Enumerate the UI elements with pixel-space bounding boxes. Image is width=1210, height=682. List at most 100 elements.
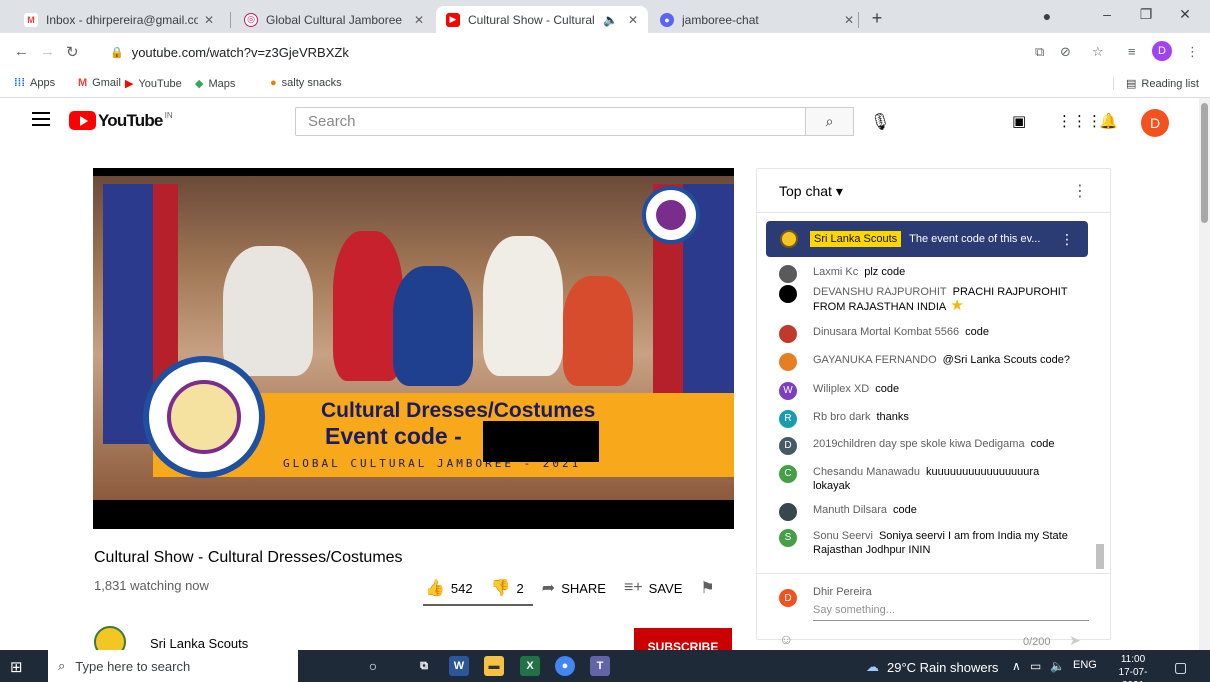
bookmark-gmail[interactable]: M Gmail [78, 77, 121, 89]
reading-list-icon[interactable]: ≡ [1128, 44, 1136, 59]
chat-message[interactable]: Laxmi Kc plz code [779, 265, 1075, 283]
close-icon[interactable]: ✕ [628, 13, 638, 27]
language-indicator[interactable]: ENG [1073, 659, 1097, 671]
notifications-bell-icon[interactable]: 🔔 [1099, 112, 1118, 130]
show-hidden-icons-icon[interactable]: ∧ [1012, 659, 1021, 673]
bookmark-youtube[interactable]: ▶ YouTube [125, 77, 182, 91]
tab-gmail[interactable]: M Inbox - dhirpereira@gmail.com - ✕ [14, 6, 224, 33]
word-icon[interactable]: W [449, 656, 469, 676]
file-explorer-icon[interactable]: ▬ [484, 656, 504, 676]
close-icon[interactable]: ✕ [844, 13, 854, 27]
chat-author-avatar[interactable]: C [779, 465, 797, 483]
search-input[interactable]: Search [295, 107, 806, 136]
send-icon[interactable]: ➤ [1069, 632, 1081, 649]
chat-author-avatar[interactable] [779, 353, 797, 371]
create-video-icon[interactable]: ▣ [1012, 112, 1026, 130]
bookmark-maps[interactable]: ◆ Maps [195, 77, 235, 91]
chat-author-name[interactable]: DEVANSHU RAJPUROHIT [813, 286, 947, 298]
close-icon[interactable]: ✕ [204, 13, 214, 27]
page-scroll-thumb[interactable] [1201, 103, 1208, 223]
dislike-button[interactable]: 👎 2 [491, 578, 524, 598]
search-button[interactable]: ⌕ [805, 107, 854, 136]
tracking-icon[interactable]: ⊘ [1060, 44, 1071, 60]
save-button[interactable]: ≡+ SAVE [624, 579, 682, 597]
more-options-icon[interactable]: ⋮ [1072, 181, 1088, 201]
chat-message[interactable]: D 2019children day spe skole kiwa Dedigam… [779, 437, 1075, 455]
chat-author-name[interactable]: Laxmi Kc [813, 266, 858, 278]
system-clock[interactable]: 11:00 17-07-2021 [1108, 653, 1158, 682]
notification-center-icon[interactable]: ▢ [1174, 659, 1187, 676]
channel-name[interactable]: Sri Lanka Scouts [150, 636, 248, 651]
profile-dot-icon[interactable]: ● [1032, 8, 1062, 24]
apps-icon[interactable]: ⋮⋮⋮ [1057, 112, 1102, 130]
chat-author-avatar[interactable] [779, 325, 797, 343]
excel-icon[interactable]: X [520, 656, 540, 676]
user-avatar[interactable]: D [1141, 109, 1169, 137]
emoji-icon[interactable]: ☺ [779, 631, 793, 647]
network-icon[interactable]: ▭ [1030, 659, 1041, 673]
windows-start-icon[interactable]: ⊞ [10, 658, 23, 676]
close-window-button[interactable]: ✕ [1170, 6, 1200, 23]
chat-message[interactable]: S Sonu Seervi Soniya seervi I am from Indi… [779, 529, 1075, 557]
menu-icon[interactable] [32, 112, 50, 126]
report-button[interactable]: ⚑ [700, 578, 714, 598]
chat-author-name[interactable]: Rb bro dark [813, 411, 870, 423]
minimize-button[interactable]: – [1092, 6, 1122, 22]
top-chat-dropdown[interactable]: Top chat ▾ [779, 183, 843, 200]
chat-message[interactable]: Dinusara Mortal Kombat 5566 code [779, 325, 1075, 343]
chat-scrollbar[interactable] [1096, 257, 1104, 572]
new-tab-button[interactable]: + [862, 8, 892, 29]
bookmark-apps[interactable]: ⁞⁞⁞ Apps [14, 77, 55, 89]
chat-author-avatar[interactable]: D [779, 437, 797, 455]
chat-author-name[interactable]: 2019children day spe skole kiwa Dedigama [813, 438, 1025, 450]
chat-author-name[interactable]: Dinusara Mortal Kombat 5566 [813, 326, 959, 338]
tab-discord[interactable]: ● jamboree-chat ✕ [650, 6, 864, 33]
chat-author-name[interactable]: Chesandu Manawadu [813, 466, 920, 478]
video-player[interactable]: Cultural Dresses/Costumes Event code - G… [93, 168, 734, 529]
chat-author-avatar[interactable] [779, 265, 797, 283]
tab-youtube[interactable]: ▶ Cultural Show - Cultural Dres 🔈 ✕ [436, 6, 648, 33]
pinned-message[interactable]: Sri Lanka Scouts The event code of this … [766, 221, 1088, 257]
chat-author-name[interactable]: GAYANUKA FERNANDO [813, 354, 937, 366]
chat-author-avatar[interactable]: R [779, 410, 797, 428]
bookmark-salty-snacks[interactable]: ● salty snacks [270, 77, 342, 89]
close-icon[interactable]: ✕ [414, 13, 424, 27]
task-view-icon[interactable]: ⧉ [414, 656, 434, 676]
chat-message-list[interactable]: Laxmi Kc plz code DEVANSHU RAJPUROHIT PRACH… [757, 257, 1097, 572]
tab-jamboree[interactable]: ◎ Global Cultural Jamboree ✕ [234, 6, 434, 33]
chat-message[interactable]: Manuth Dilsara code [779, 503, 1075, 521]
share-button[interactable]: ➦ SHARE [542, 578, 606, 598]
install-icon[interactable]: ⧉ [1035, 44, 1044, 60]
youtube-logo[interactable]: YouTube IN [69, 111, 173, 131]
volume-icon[interactable]: 🔈 [1050, 659, 1065, 673]
chat-author-avatar[interactable]: S [779, 529, 797, 547]
page-scrollbar[interactable] [1199, 98, 1210, 650]
chrome-icon[interactable]: ● [555, 656, 575, 676]
chat-scroll-thumb[interactable] [1096, 544, 1104, 569]
microphone-icon[interactable]: 🎙 [870, 112, 890, 132]
more-options-icon[interactable]: ⋮ [1060, 231, 1074, 248]
restore-button[interactable]: ❐ [1131, 6, 1161, 23]
teams-icon[interactable]: T [590, 656, 610, 676]
audio-icon[interactable]: 🔈 [603, 13, 618, 27]
weather-widget[interactable]: ☁ 29°C Rain showers [866, 659, 998, 675]
chrome-menu-icon[interactable]: ⋮ [1186, 44, 1199, 60]
chat-message[interactable]: C Chesandu Manawadu kuuuuuuuuuuuuuuuura lo… [779, 465, 1075, 493]
bookmark-star-icon[interactable]: ☆ [1092, 44, 1104, 60]
chat-author-name[interactable]: Manuth Dilsara [813, 504, 887, 516]
chat-message[interactable]: W Wiliplex XD code [779, 382, 1075, 400]
taskbar-search-input[interactable]: ⌕ Type here to search [48, 650, 298, 682]
reading-list-button[interactable]: ▤ Reading list [1113, 77, 1199, 90]
forward-button[interactable]: → [40, 43, 55, 60]
back-button[interactable]: ← [14, 43, 29, 60]
chat-message[interactable]: R Rb bro dark thanks [779, 410, 1075, 428]
cortana-icon[interactable]: ○ [363, 656, 383, 676]
chat-author-name[interactable]: Wiliplex XD [813, 383, 869, 395]
chat-author-avatar[interactable] [779, 285, 797, 303]
profile-avatar[interactable]: D [1152, 41, 1172, 61]
like-button[interactable]: 👍 542 [425, 578, 473, 598]
chat-author-avatar[interactable] [779, 503, 797, 521]
chat-author-name[interactable]: Sonu Seervi [813, 530, 873, 542]
reload-button[interactable]: ↻ [66, 43, 79, 61]
chat-message[interactable]: GAYANUKA FERNANDO @Sri Lanka Scouts code? [779, 353, 1075, 371]
